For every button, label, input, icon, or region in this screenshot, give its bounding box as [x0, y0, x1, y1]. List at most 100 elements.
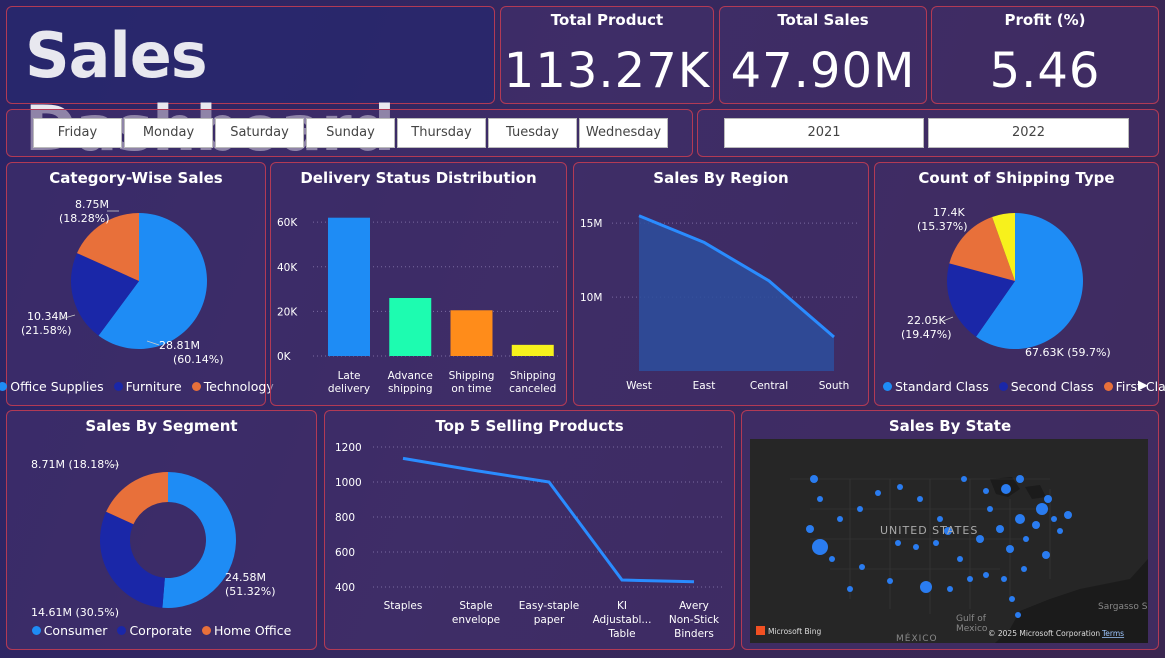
- map-bubble[interactable]: [996, 525, 1004, 533]
- map-bubble[interactable]: [817, 496, 823, 502]
- map-bubble[interactable]: [967, 576, 973, 582]
- bar[interactable]: [328, 217, 370, 356]
- state-map[interactable]: UNITED STATES Gulf of Mexico MÉXICO Sarg…: [750, 439, 1148, 643]
- map-bubble[interactable]: [897, 484, 903, 490]
- map-bubble[interactable]: [961, 476, 967, 482]
- x-tick-label: Binders: [674, 628, 714, 640]
- kpi-total-sales: Total Sales 47.90M: [719, 6, 927, 104]
- slicer-day-sunday[interactable]: Sunday: [306, 118, 395, 148]
- map-bubble[interactable]: [913, 544, 919, 550]
- legend: Standard Class Second Class First Class: [875, 379, 1165, 394]
- bar[interactable]: [389, 298, 432, 356]
- day-slicer: Friday Monday Saturday Sunday Thursday T…: [6, 109, 693, 157]
- slicer-day-thursday[interactable]: Thursday: [397, 118, 486, 148]
- map-bubble[interactable]: [859, 564, 865, 570]
- legend-item[interactable]: Home Office: [201, 623, 292, 638]
- map-bubble[interactable]: [983, 572, 989, 578]
- x-tick-label: Shipping: [510, 370, 556, 382]
- map-bubble[interactable]: [875, 490, 881, 496]
- legend-item[interactable]: Consumer: [31, 623, 107, 638]
- bar[interactable]: [450, 310, 493, 356]
- map-bubble[interactable]: [1023, 536, 1029, 542]
- map-bubble[interactable]: [857, 506, 863, 512]
- map-bubble[interactable]: [887, 578, 893, 584]
- map-bubble[interactable]: [806, 525, 814, 533]
- x-tick-label: West: [626, 380, 652, 392]
- legend-item[interactable]: Technology: [191, 379, 274, 394]
- x-tick-label: Late: [338, 370, 361, 382]
- pie-label-furniture-pct: (21.58%): [21, 324, 72, 337]
- legend-item[interactable]: Corporate: [117, 623, 192, 638]
- map-bubble[interactable]: [1057, 528, 1063, 534]
- map-bubble[interactable]: [810, 475, 818, 483]
- y-tick-label: 600: [335, 547, 355, 559]
- slicer-day-friday[interactable]: Friday: [33, 118, 122, 148]
- slicer-day-saturday[interactable]: Saturday: [215, 118, 304, 148]
- map-bubble[interactable]: [1036, 503, 1048, 515]
- map-bubble[interactable]: [812, 539, 828, 555]
- x-tick-label: delivery: [328, 383, 370, 395]
- map-bubble[interactable]: [895, 540, 901, 546]
- map-sargasso-label: Sargasso S: [1098, 602, 1148, 612]
- kpi-profit: Profit (%) 5.46: [931, 6, 1159, 104]
- map-bubble[interactable]: [1032, 521, 1040, 529]
- map-bubble[interactable]: [1015, 514, 1025, 524]
- legend-dot: [0, 382, 8, 391]
- legend-item[interactable]: Office Supplies: [0, 379, 104, 394]
- map-copyright: © 2025 Microsoft Corporation: [988, 629, 1100, 638]
- map-bubble[interactable]: [1021, 566, 1027, 572]
- map-bubble[interactable]: [983, 488, 989, 494]
- pie-label-furniture: 10.34M: [27, 310, 68, 323]
- slicer-year-2021[interactable]: 2021: [724, 118, 924, 148]
- map-bubble[interactable]: [1009, 596, 1015, 602]
- slicer-day-wednesday[interactable]: Wednesday: [579, 118, 668, 148]
- legend-label: Office Supplies: [10, 379, 104, 394]
- legend-item[interactable]: Second Class: [998, 379, 1094, 394]
- map-bubble[interactable]: [920, 581, 932, 593]
- slicer-day-tuesday[interactable]: Tuesday: [488, 118, 577, 148]
- map-bubble[interactable]: [1015, 612, 1021, 618]
- sales-segment-card: Sales By Segment 8.71M (18.18%) 14.61M (…: [6, 410, 317, 650]
- map-bubble[interactable]: [1044, 495, 1052, 503]
- legend-label: Technology: [203, 379, 274, 394]
- map-bubble[interactable]: [1001, 484, 1011, 494]
- map-bubble[interactable]: [1042, 551, 1050, 559]
- map-bubble[interactable]: [1064, 511, 1072, 519]
- region-area-chart: 15M 10M West East Central South: [580, 214, 859, 392]
- map-bubble[interactable]: [1006, 545, 1014, 553]
- map-bubble[interactable]: [933, 540, 939, 546]
- chart-title: Top 5 Selling Products: [435, 417, 624, 435]
- map-bubble[interactable]: [837, 516, 843, 522]
- map-bubble[interactable]: [987, 506, 993, 512]
- slicer-day-monday[interactable]: Monday: [124, 118, 213, 148]
- map-bubble[interactable]: [1016, 475, 1024, 483]
- top-products-card: Top 5 Selling Products 1200 1000 800 600 400…: [324, 410, 735, 650]
- map-bubble[interactable]: [847, 586, 853, 592]
- x-tick-label: South: [819, 380, 850, 392]
- product-line[interactable]: [402, 456, 695, 584]
- legend-label: Home Office: [213, 623, 292, 638]
- legend-item[interactable]: Standard Class: [883, 379, 989, 394]
- bar[interactable]: [511, 344, 554, 356]
- x-tick-label: canceled: [509, 383, 556, 395]
- kpi-total-product: Total Product 113.27K: [500, 6, 714, 104]
- legend-item[interactable]: Furniture: [113, 379, 182, 394]
- legend-dot: [113, 382, 123, 391]
- legend-item[interactable]: First Class: [1103, 379, 1165, 394]
- pie-label-office-pct: (60.14%): [173, 353, 224, 366]
- map-bubble[interactable]: [947, 586, 953, 592]
- y-tick-label: 15M: [580, 218, 602, 230]
- slicer-year-2022[interactable]: 2022: [928, 118, 1129, 148]
- map-bubble[interactable]: [1001, 576, 1007, 582]
- map-bubble[interactable]: [937, 516, 943, 522]
- map-bubble[interactable]: [829, 556, 835, 562]
- map-bubble[interactable]: [917, 496, 923, 502]
- pie-slice[interactable]: [99, 511, 165, 608]
- pie-label-technology: 8.75M: [75, 198, 109, 211]
- map-bubble[interactable]: [1051, 516, 1057, 522]
- map-bubble[interactable]: [957, 556, 963, 562]
- legend-next-icon[interactable]: ▶: [1138, 377, 1148, 393]
- x-tick-label: KI: [617, 600, 627, 612]
- y-tick-label: 1000: [335, 477, 362, 489]
- kpi-value: 113.27K: [503, 43, 711, 99]
